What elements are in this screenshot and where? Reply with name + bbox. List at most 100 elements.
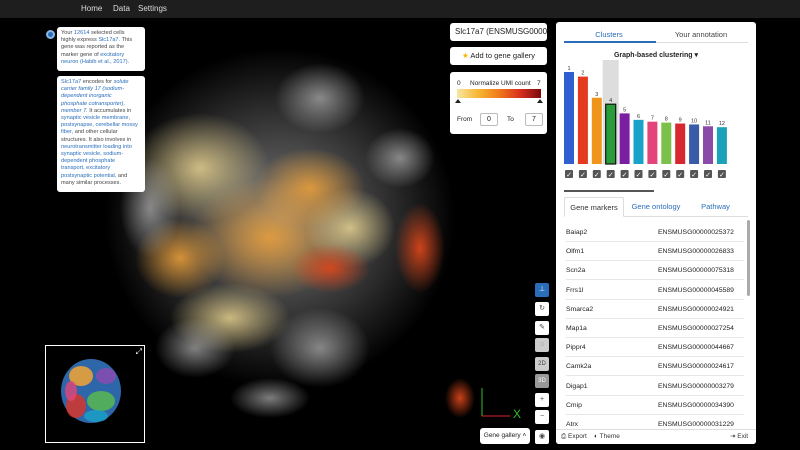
list-scrollbar[interactable] (747, 220, 750, 296)
slider-max-handle[interactable] (537, 99, 543, 103)
from-label: From (457, 116, 473, 123)
family-link[interactable]: solute (114, 79, 129, 85)
add-gallery-label: Add to gene gallery (470, 51, 536, 60)
table-row[interactable]: Pippr4 ENSMUSG00000044667 (566, 338, 744, 358)
gene-gallery-button[interactable]: Gene gallery ˄ (480, 428, 530, 444)
exit-button[interactable]: ⇥ Exit (730, 430, 748, 444)
nav-settings[interactable]: Settings (138, 0, 167, 18)
cluster-bar-chart[interactable]: 1 ✓ 2 ✓ 3 ✓ 4 ✓ 5 ✓ 6 ✓ 7 ✓ 8 ✓ 9 ✓ 10 ✓ 11 ✓ 12 ✓ (556, 60, 756, 186)
cluster-bar-1[interactable] (564, 72, 574, 164)
star-icon: ★ (461, 51, 469, 60)
table-row[interactable]: Frrs1l ENSMUSG00000045589 (566, 281, 744, 300)
process-link[interactable]: dependent phosphate (61, 158, 141, 165)
gene-name: Camk2a (566, 363, 592, 371)
cluster-bar-11[interactable] (703, 126, 713, 164)
expand-icon[interactable]: ⤢ (136, 347, 142, 357)
cluster-bar-12[interactable] (716, 127, 727, 164)
component-link[interactable]: fiber, (61, 129, 73, 135)
from-input[interactable]: 0 (480, 113, 498, 126)
zoom-out-button[interactable]: − (535, 410, 549, 424)
family-link[interactable]: carrier family 17 (sodium- (61, 86, 124, 92)
tab-pathway[interactable]: Pathway (688, 197, 743, 217)
color-gradient (457, 89, 541, 98)
marker-link[interactable]: excitatory (100, 52, 124, 58)
tab-clusters[interactable]: Clusters (564, 30, 654, 39)
cell-count-link[interactable]: 12614 (74, 30, 90, 36)
family-link[interactable]: dependent inorganic (61, 93, 112, 99)
mode-2d-button[interactable]: 2D (535, 357, 549, 371)
process-link[interactable]: transport, excitatory (61, 165, 141, 172)
gene-description-box: Slc17a7 encodes for solute carrier famil… (57, 76, 145, 192)
slider-min-handle[interactable] (455, 99, 461, 103)
component-link[interactable]: postsynapse, cerebellar mossy (61, 122, 141, 129)
table-row[interactable]: Camk2a ENSMUSG00000024617 (566, 357, 744, 377)
export-label: Export (568, 433, 587, 440)
table-row[interactable]: Digap1 ENSMUSG00000003279 (566, 377, 744, 396)
cluster-bar-6[interactable] (633, 119, 644, 164)
process-link[interactable]: neurotransmitter loading into (61, 144, 141, 151)
active-tab-underline (564, 41, 656, 43)
theme-button[interactable]: ◐ Theme (594, 430, 620, 444)
clustering-dropdown[interactable]: Graph-based clustering ▾ (596, 51, 716, 59)
table-row[interactable]: Map1a ENSMUSG00000027254 (566, 319, 744, 338)
gene-link[interactable]: Slc17a7 (61, 79, 81, 85)
gene-id: ENSMUSG00000003279 (658, 382, 734, 390)
cluster-bar-5[interactable] (619, 113, 630, 164)
table-row[interactable]: Smarca2 ENSMUSG00000024921 (566, 300, 744, 319)
scrollbar-indicator[interactable] (564, 190, 654, 192)
check-icon: ✓ (677, 171, 683, 179)
to-input[interactable]: 7 (525, 113, 543, 126)
cluster-bar-8[interactable] (661, 122, 672, 164)
mode-3d-button[interactable]: 3D (535, 374, 549, 388)
family-link[interactable]: member 7. (61, 108, 88, 114)
gene-name: Atrx (566, 421, 579, 428)
cluster-bar-4[interactable] (605, 103, 617, 165)
process-link[interactable]: postsynaptic potential, (61, 173, 116, 179)
cluster-bar-9[interactable] (675, 123, 686, 164)
cluster-bar-3[interactable] (591, 97, 602, 164)
table-row[interactable]: Olfm1 ENSMUSG00000026833 (566, 242, 744, 262)
cell-type-link[interactable]: neuron (61, 59, 78, 65)
gene-search-input[interactable]: Slc17a7 (ENSMUSG000000 (450, 23, 547, 41)
family-link[interactable]: phosphate cotransporter), (61, 101, 125, 107)
nav-home[interactable]: Home (81, 0, 102, 18)
component-link[interactable]: synaptic vesicle membrane, (61, 115, 141, 122)
camera-icon[interactable]: ◉ (535, 430, 549, 444)
exit-label: Exit (737, 433, 749, 440)
bar-label-5: 5 (623, 107, 626, 113)
bar-label-11: 11 (705, 120, 711, 126)
cluster-bar-10[interactable] (689, 124, 700, 164)
info-text: encodes for (82, 79, 113, 85)
refresh-icon[interactable]: ↻ (535, 302, 549, 316)
info-text: and (117, 172, 128, 179)
app-root: Home Data Settings X Your 12614 selected… (0, 0, 800, 450)
gene-name: Cmip (566, 401, 582, 409)
bar-label-9: 9 (679, 118, 682, 124)
tab-divider (656, 42, 748, 43)
tab-your-annotation[interactable]: Your annotation (656, 30, 746, 39)
check-icon: ✓ (691, 171, 697, 179)
tab-gene-markers[interactable]: Gene markers (564, 197, 624, 217)
gene-link[interactable]: Slc17a7. (98, 37, 120, 43)
table-row[interactable]: Scn2a ENSMUSG00000075318 (566, 261, 744, 281)
export-button[interactable]: ⎙ Export (561, 430, 587, 444)
gene-name: Scn2a (566, 267, 586, 275)
bar-label-8: 8 (665, 117, 668, 123)
minimap[interactable]: ⤢ (45, 345, 145, 443)
table-row[interactable]: Baiap2 ENSMUSG00000025372 (566, 223, 744, 242)
info-text: This (121, 37, 133, 44)
process-link[interactable]: synaptic vesicle, sodium- (61, 151, 141, 158)
pencil-icon[interactable]: ✎ (535, 321, 549, 335)
add-to-gallery-button[interactable]: ★ Add to gene gallery (450, 47, 547, 65)
gene-id: ENSMUSG00000034390 (658, 401, 734, 409)
table-row[interactable]: Cmip ENSMUSG00000034390 (566, 396, 744, 415)
nav-data[interactable]: Data (113, 0, 130, 18)
select-tool-icon[interactable]: ⊥ (535, 283, 549, 297)
lasso-icon[interactable]: ◌ (535, 338, 549, 352)
tab-gene-ontology[interactable]: Gene ontology (626, 197, 686, 217)
reference-link[interactable]: (Habib et al., 2017). (80, 59, 129, 65)
top-nav-bar: Home Data Settings (0, 0, 800, 18)
cluster-bar-7[interactable] (647, 121, 658, 164)
cluster-bar-2[interactable] (577, 76, 588, 164)
zoom-in-button[interactable]: + (535, 393, 549, 407)
